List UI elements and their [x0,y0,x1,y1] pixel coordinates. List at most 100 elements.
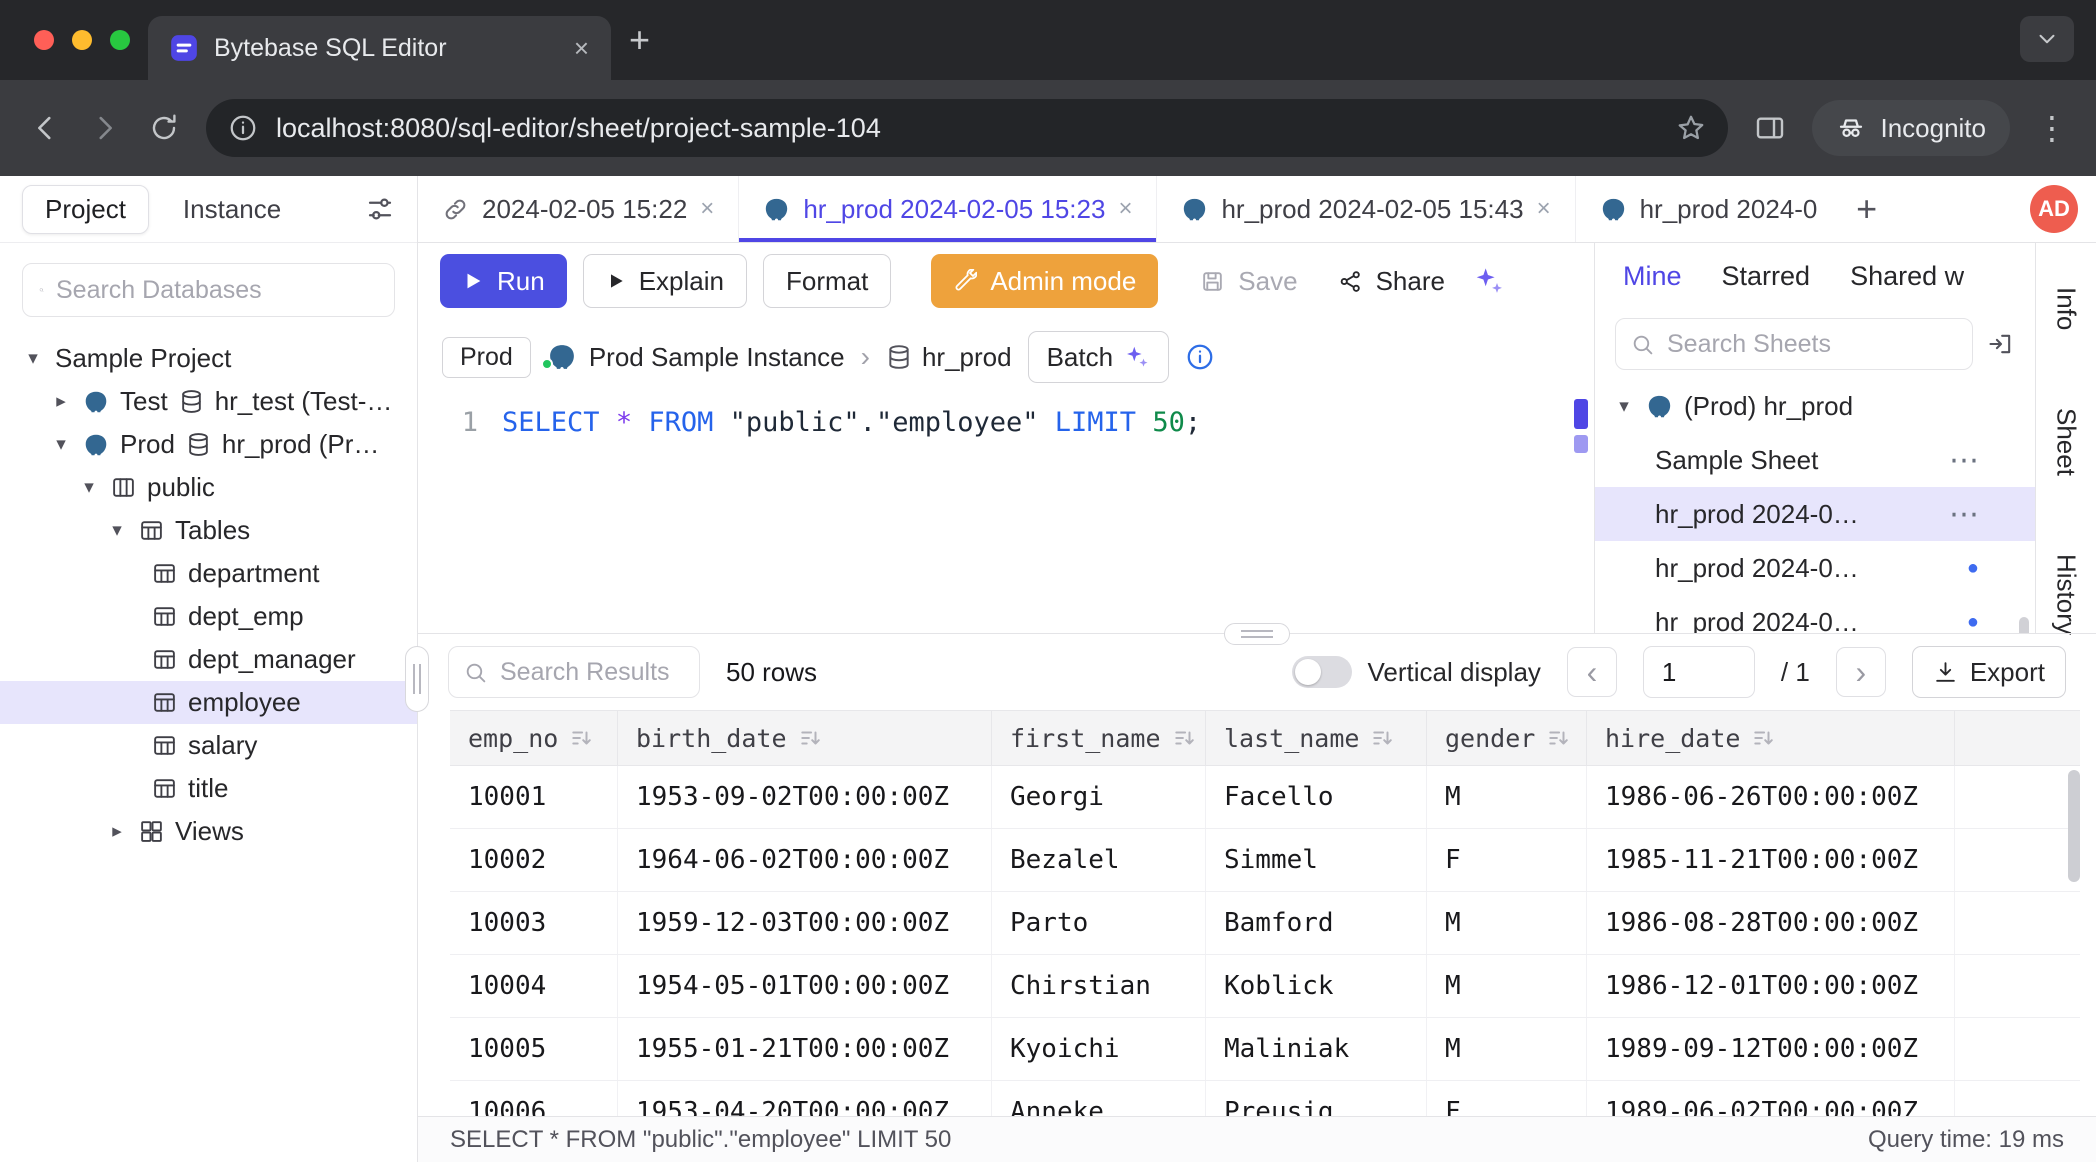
new-tab-button[interactable]: + [629,19,650,61]
tree-item-table-dept-manager[interactable]: dept_manager [0,638,417,681]
collapse-panel-icon[interactable] [1987,330,2015,358]
column-header[interactable]: birth_date [618,711,992,765]
chevron-down-icon[interactable]: ▾ [106,519,128,542]
sheet-item[interactable]: hr_prod 2024-0… ● [1595,541,2035,595]
sort-icon[interactable] [1547,727,1569,749]
sheet-item-selected[interactable]: hr_prod 2024-0… ⋯ [1595,487,2035,541]
column-header[interactable]: hire_date [1587,711,1955,765]
column-header[interactable]: gender [1427,711,1587,765]
close-window-button[interactable] [34,30,54,50]
chevron-right-icon[interactable]: ▸ [50,390,72,413]
tab-history[interactable]: History [2051,554,2082,635]
close-sheet-icon[interactable]: × [1118,197,1132,221]
tab-search-button[interactable] [2020,16,2074,62]
environment-badge[interactable]: Prod [442,337,531,378]
table-row[interactable]: 10004 1954-05-01T00:00:00Z Chirstian Kob… [450,955,2080,1018]
column-header[interactable]: emp_no [450,711,618,765]
browser-menu-icon[interactable]: ⋮ [2036,109,2068,147]
database-search-input[interactable] [56,276,378,305]
sheet-search-input[interactable] [1667,330,1958,359]
chevron-down-icon[interactable]: ▾ [50,433,72,456]
panel-resize-handle[interactable] [1224,623,1290,645]
chevron-right-icon[interactable]: ▸ [106,820,128,843]
new-sheet-button[interactable]: + [1838,176,1896,242]
sheet-list-scrollbar[interactable] [2019,617,2029,633]
sidebar-resize-handle[interactable] [405,646,429,712]
instance-breadcrumb[interactable]: Prod Sample Instance [547,342,845,373]
tab-instance[interactable]: Instance [183,194,281,225]
database-search[interactable] [22,263,395,317]
sheet-tab-4[interactable]: hr_prod 2024-0 [1576,176,1838,242]
column-header[interactable]: last_name [1206,711,1427,765]
tab-mine[interactable]: Mine [1623,261,1682,292]
sheet-group-row[interactable]: ▾ (Prod) hr_prod [1595,379,2035,433]
site-info-icon[interactable] [228,113,258,143]
sort-icon[interactable] [570,727,592,749]
tree-item-test-db[interactable]: ▸ Test hr_test (Test-… [0,380,417,423]
tree-item-table-dept-emp[interactable]: dept_emp [0,595,417,638]
tab-starred[interactable]: Starred [1722,261,1811,292]
tree-item-table-employee[interactable]: employee [0,681,417,724]
sort-icon[interactable] [1173,727,1195,749]
admin-mode-button[interactable]: Admin mode [931,254,1158,308]
page-input[interactable] [1643,646,1755,698]
sheet-item[interactable]: Sample Sheet ⋯ [1595,433,2035,487]
results-scrollbar[interactable] [2068,770,2080,882]
side-panel-icon[interactable] [1754,112,1786,144]
more-actions-icon[interactable]: ⋯ [1949,497,1979,532]
save-button[interactable]: Save [1188,254,1309,308]
minimize-window-button[interactable] [72,30,92,50]
close-sheet-icon[interactable]: × [700,197,714,221]
next-page-button[interactable]: › [1836,647,1886,697]
tree-item-tables-group[interactable]: ▾ Tables [0,509,417,552]
sheet-tab-2-active[interactable]: hr_prod 2024-02-05 15:23 × [739,176,1157,242]
tree-item-table-salary[interactable]: salary [0,724,417,767]
table-row[interactable]: 10006 1953-04-20T00:00:00Z Anneke Preusi… [450,1081,2080,1116]
sort-icon[interactable] [1752,727,1774,749]
sort-icon[interactable] [799,727,821,749]
reload-icon[interactable] [148,112,180,144]
tab-shared[interactable]: Shared w [1850,261,1964,292]
url-bar[interactable]: localhost:8080/sql-editor/sheet/project-… [206,99,1728,157]
close-tab-icon[interactable]: × [574,35,589,61]
sheet-tab-1[interactable]: 2024-02-05 15:22 × [418,176,739,242]
sql-editor[interactable]: 1 SELECT * FROM "public"."employee" LIMI… [418,395,1594,633]
more-actions-icon[interactable]: ⋯ [1949,443,1979,478]
sort-icon[interactable] [1371,727,1393,749]
vertical-display-toggle[interactable] [1292,656,1352,688]
results-search-input[interactable] [500,658,685,687]
user-avatar[interactable]: AD [2030,185,2078,233]
column-header[interactable]: first_name [992,711,1206,765]
tab-project[interactable]: Project [22,185,149,234]
tree-item-views-group[interactable]: ▸ Views [0,810,417,853]
table-row[interactable]: 10001 1953-09-02T00:00:00Z Georgi Facell… [450,766,2080,829]
sheet-item[interactable]: hr_prod 2024-0… ● [1595,595,2035,633]
tab-info[interactable]: Info [2051,287,2082,330]
export-button[interactable]: Export [1912,646,2066,698]
ai-sparkle-icon[interactable] [1473,265,1505,297]
database-breadcrumb[interactable]: hr_prod [886,342,1012,373]
filter-settings-icon[interactable] [365,194,395,224]
table-row[interactable]: 10002 1964-06-02T00:00:00Z Bezalel Simme… [450,829,2080,892]
back-icon[interactable] [28,111,62,145]
sheet-tab-3[interactable]: hr_prod 2024-02-05 15:43 × [1157,176,1575,242]
table-row[interactable]: 10005 1955-01-21T00:00:00Z Kyoichi Malin… [450,1018,2080,1081]
share-button[interactable]: Share [1326,254,1457,308]
batch-button[interactable]: Batch [1028,331,1170,383]
tree-item-project[interactable]: ▾ Sample Project [0,337,417,380]
run-button[interactable]: Run [440,254,567,308]
browser-tab[interactable]: Bytebase SQL Editor × [148,16,611,80]
forward-icon[interactable] [88,111,122,145]
close-sheet-icon[interactable]: × [1537,197,1551,221]
chevron-down-icon[interactable]: ▾ [22,347,44,370]
tree-item-table-title[interactable]: title [0,767,417,810]
sheet-search[interactable] [1615,318,1973,370]
prev-page-button[interactable]: ‹ [1567,647,1617,697]
table-row[interactable]: 10003 1959-12-03T00:00:00Z Parto Bamford… [450,892,2080,955]
explain-button[interactable]: Explain [583,254,747,308]
bookmark-star-icon[interactable] [1676,113,1706,143]
chevron-down-icon[interactable]: ▾ [1613,395,1635,418]
editor-scrollbar[interactable] [1574,399,1588,453]
connection-info-icon[interactable] [1185,342,1215,372]
results-search[interactable] [448,646,700,698]
